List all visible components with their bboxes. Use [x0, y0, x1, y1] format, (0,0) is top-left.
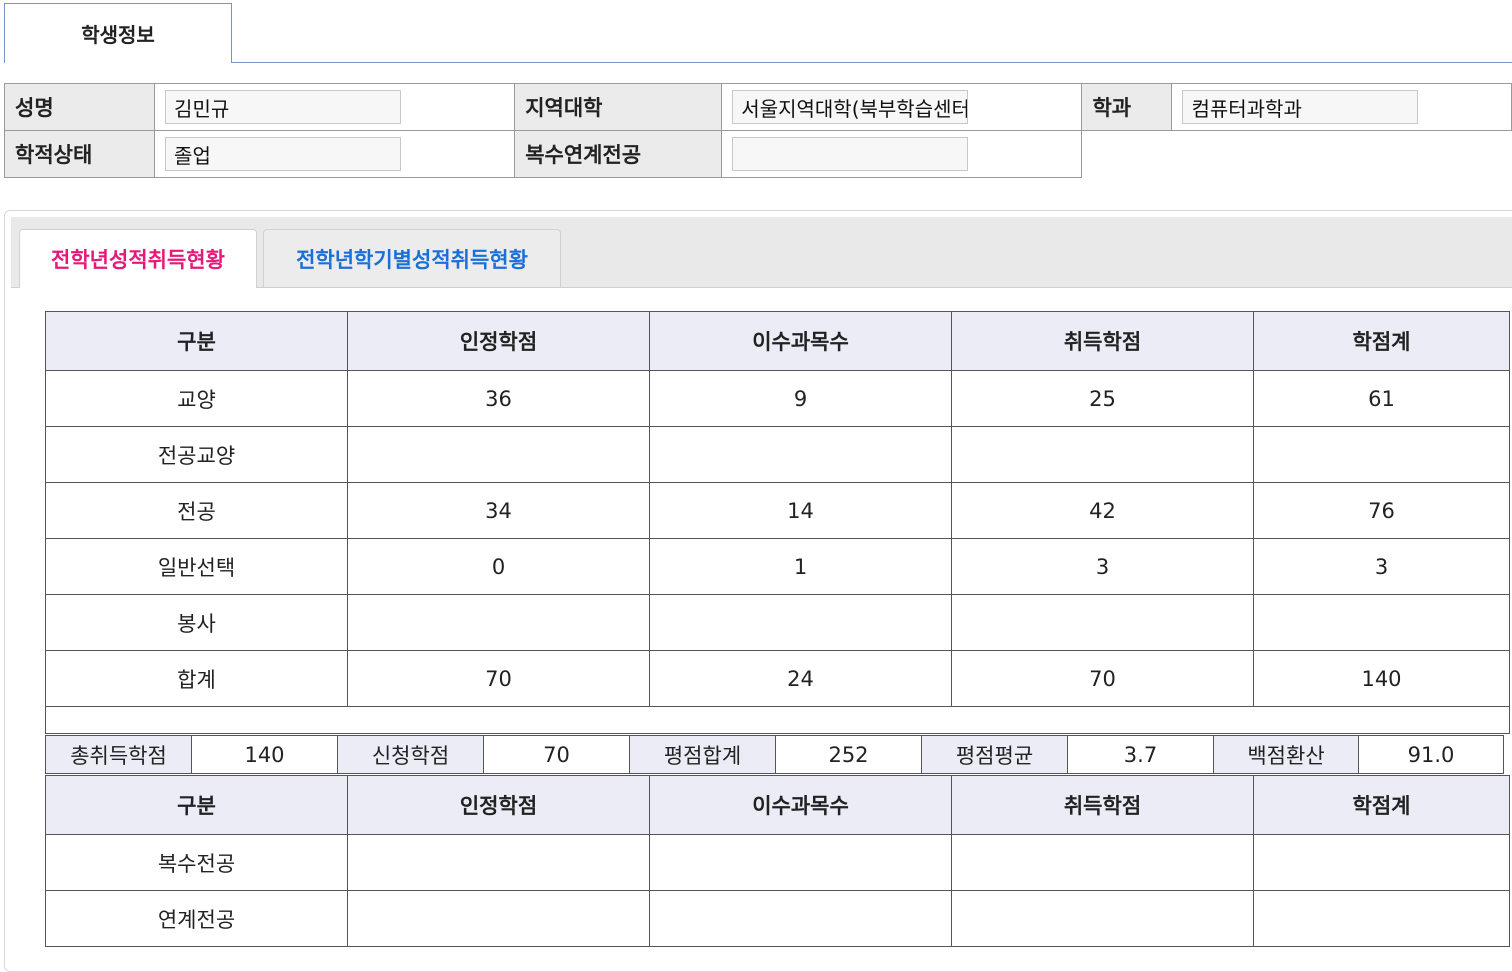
total-credits-label: 총취득학점	[45, 735, 192, 774]
gpa-label: 평점평균	[921, 735, 1068, 774]
panel-tabbar: 전학년성적취득현황 전학년학기별성적취득현황	[11, 217, 1512, 288]
table-row: 복수전공	[45, 834, 1510, 891]
table-cell: 연계전공	[45, 890, 348, 947]
table-cell	[347, 890, 650, 947]
table-cell	[951, 890, 1254, 947]
table-cell: 42	[951, 482, 1254, 539]
dept-field[interactable]: 컴퓨터과학과	[1182, 90, 1419, 124]
applied-credits-label: 신청학점	[337, 735, 484, 774]
table-row: 교양 36 9 25 61	[45, 370, 1510, 427]
top-tabbar: 학생정보	[0, 0, 1512, 63]
credit-table: 구분 인정학점 이수과목수 취득학점 학점계 교양 36 9 25 61 전공교…	[45, 311, 1510, 734]
spacer-cell	[45, 706, 1510, 734]
double-major-label: 복수연계전공	[514, 130, 723, 178]
table-cell	[951, 834, 1254, 891]
tab-student-info-label: 학생정보	[81, 23, 155, 47]
region-field[interactable]: 서울지역대학(북부학습센터)	[732, 90, 969, 124]
table-cell: 25	[951, 370, 1254, 427]
gp-sum-value: 252	[775, 735, 922, 774]
table-row: 연계전공	[45, 890, 1510, 947]
table-cell: 14	[649, 482, 952, 539]
student-info-table: 성명 김민규 지역대학 서울지역대학(북부학습센터) 학과 컴퓨터과학과 학적상…	[3, 83, 1512, 178]
spacer-row	[45, 706, 1510, 734]
table-cell: 전공	[45, 482, 348, 539]
table-cell: 봉사	[45, 594, 348, 651]
col-header: 구분	[45, 775, 348, 835]
name-field[interactable]: 김민규	[165, 90, 402, 124]
table-row: 전공 34 14 42 76	[45, 482, 1510, 539]
table-cell	[951, 594, 1254, 651]
table-row: 일반선택 0 1 3 3	[45, 538, 1510, 595]
col-header: 취득학점	[951, 775, 1254, 835]
table-cell: 복수전공	[45, 834, 348, 891]
table-cell: 전공교양	[45, 426, 348, 483]
table-cell: 9	[649, 370, 952, 427]
name-label: 성명	[3, 83, 156, 131]
dept-label: 학과	[1081, 83, 1173, 131]
double-major-field[interactable]	[732, 137, 969, 171]
table-cell	[347, 426, 650, 483]
table-cell: 합계	[45, 650, 348, 707]
tab-divider	[231, 62, 1512, 63]
summary-table: 총취득학점 140 신청학점 70 평점합계 252 평점평균 3.7 백점환산…	[45, 735, 1504, 774]
major-table: 구분 인정학점 이수과목수 취득학점 학점계 복수전공 연계전공	[45, 775, 1510, 947]
table-cell: 140	[1253, 650, 1510, 707]
table-cell	[649, 890, 952, 947]
table-cell: 70	[347, 650, 650, 707]
table-cell: 34	[347, 482, 650, 539]
total-credits-value: 140	[191, 735, 338, 774]
tab-semester-grades-label: 전학년학기별성적취득현황	[296, 247, 528, 272]
gp-sum-label: 평점합계	[629, 735, 776, 774]
col-header: 학점계	[1253, 311, 1510, 371]
col-header: 이수과목수	[649, 775, 952, 835]
table-cell	[1253, 890, 1510, 947]
percent-score-label: 백점환산	[1213, 735, 1359, 774]
col-header: 인정학점	[347, 311, 650, 371]
region-label: 지역대학	[514, 83, 723, 131]
table-cell: 36	[347, 370, 650, 427]
percent-score-value: 91.0	[1358, 735, 1504, 774]
col-header: 이수과목수	[649, 311, 952, 371]
status-label: 학적상태	[3, 130, 156, 178]
col-header: 학점계	[1253, 775, 1510, 835]
table-row: 전공교양	[45, 426, 1510, 483]
table-cell: 교양	[45, 370, 348, 427]
tab-all-years-grades[interactable]: 전학년성적취득현황	[19, 229, 257, 288]
table-cell: 24	[649, 650, 952, 707]
tab-semester-grades[interactable]: 전학년학기별성적취득현황	[263, 229, 561, 287]
col-header: 인정학점	[347, 775, 650, 835]
table-row: 합계 70 24 70 140	[45, 650, 1510, 707]
empty-cell	[1081, 130, 1512, 178]
tab-all-years-grades-label: 전학년성적취득현황	[51, 248, 225, 272]
table-cell	[1253, 594, 1510, 651]
col-header: 취득학점	[951, 311, 1254, 371]
table-cell: 일반선택	[45, 538, 348, 595]
table-cell: 3	[951, 538, 1254, 595]
table-cell	[649, 834, 952, 891]
table-cell: 61	[1253, 370, 1510, 427]
table-row: 봉사	[45, 594, 1510, 651]
table-cell: 1	[649, 538, 952, 595]
table-cell: 3	[1253, 538, 1510, 595]
table-cell: 70	[951, 650, 1254, 707]
table-cell: 0	[347, 538, 650, 595]
table-cell: 76	[1253, 482, 1510, 539]
table-cell	[347, 834, 650, 891]
table-cell	[1253, 426, 1510, 483]
col-header: 구분	[45, 311, 348, 371]
table-cell	[347, 594, 650, 651]
table-cell	[951, 426, 1254, 483]
gpa-value: 3.7	[1067, 735, 1214, 774]
status-field[interactable]: 졸업	[165, 137, 402, 171]
table-cell	[649, 426, 952, 483]
table-cell	[1253, 834, 1510, 891]
tab-student-info[interactable]: 학생정보	[4, 3, 232, 63]
applied-credits-value: 70	[483, 735, 630, 774]
table-cell	[649, 594, 952, 651]
